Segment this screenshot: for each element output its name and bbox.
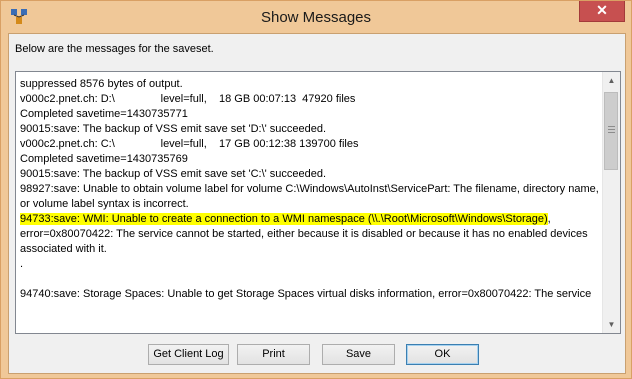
message-line: associated with it. <box>20 242 600 257</box>
message-line: 94740:save: Storage Spaces: Unable to ge… <box>20 287 600 302</box>
show-messages-window: Show Messages ✕ Below are the messages f… <box>0 0 632 379</box>
save-button[interactable]: Save <box>322 344 395 365</box>
vertical-scrollbar[interactable]: ▲ ▼ <box>602 72 620 333</box>
message-line: 90015:save: The backup of VSS emit save … <box>20 122 600 137</box>
message-text: 90015:save: The backup of VSS emit save … <box>20 168 327 180</box>
message-text: v000c2.pnet.ch: D:\ level=full, 18 GB 00… <box>20 93 356 105</box>
message-line: 98927:save: Unable to obtain volume labe… <box>20 182 600 197</box>
message-text: v000c2.pnet.ch: C:\ level=full, 17 GB 00… <box>20 138 359 150</box>
scroll-thumb[interactable] <box>604 92 618 170</box>
message-text: error=0x80070422: The service cannot be … <box>20 228 588 240</box>
message-text: 90015:save: The backup of VSS emit save … <box>20 123 327 135</box>
messages-content: suppressed 8576 bytes of output. v000c2.p… <box>20 77 600 302</box>
scroll-up-arrow-icon[interactable]: ▲ <box>603 72 620 89</box>
highlighted-message-text: 94733:save: WMI: Unable to create a conn… <box>20 213 548 225</box>
message-text: Completed savetime=1430735771 <box>20 108 188 120</box>
message-line: 94733:save: WMI: Unable to create a conn… <box>20 212 600 227</box>
message-line: error=0x80070422: The service cannot be … <box>20 227 600 242</box>
message-text: 98927:save: Unable to obtain volume labe… <box>20 183 599 195</box>
message-text: suppressed 8576 bytes of output. <box>20 78 183 90</box>
message-line <box>20 272 600 287</box>
message-line: 90015:save: The backup of VSS emit save … <box>20 167 600 182</box>
message-line: or volume label syntax is incorrect. <box>20 197 600 212</box>
messages-textarea[interactable]: suppressed 8576 bytes of output. v000c2.p… <box>15 71 621 334</box>
message-text: Completed savetime=1430735769 <box>20 153 188 165</box>
close-button[interactable]: ✕ <box>579 1 625 22</box>
dialog-body: Below are the messages for the saveset. … <box>8 33 626 374</box>
message-line: Completed savetime=1430735769 <box>20 152 600 167</box>
window-title: Show Messages <box>260 9 372 26</box>
message-text: associated with it. <box>20 243 107 255</box>
message-line: suppressed 8576 bytes of output. <box>20 77 600 92</box>
message-line: . <box>20 257 600 272</box>
ok-button[interactable]: OK <box>406 344 479 365</box>
intro-text: Below are the messages for the saveset. <box>15 43 214 55</box>
get-client-log-button[interactable]: Get Client Log <box>148 344 229 365</box>
title-bar[interactable]: Show Messages ✕ <box>1 1 631 33</box>
button-bar: Get Client Log Print Save OK <box>9 340 625 370</box>
message-text: 94740:save: Storage Spaces: Unable to ge… <box>20 288 592 300</box>
scroll-down-arrow-icon[interactable]: ▼ <box>603 316 620 333</box>
message-line: v000c2.pnet.ch: D:\ level=full, 18 GB 00… <box>20 92 600 107</box>
print-button[interactable]: Print <box>237 344 310 365</box>
message-line: Completed savetime=1430735771 <box>20 107 600 122</box>
message-line: v000c2.pnet.ch: C:\ level=full, 17 GB 00… <box>20 137 600 152</box>
message-text: . <box>20 258 24 270</box>
message-text: or volume label syntax is incorrect. <box>20 198 189 210</box>
message-text: , <box>547 213 554 225</box>
